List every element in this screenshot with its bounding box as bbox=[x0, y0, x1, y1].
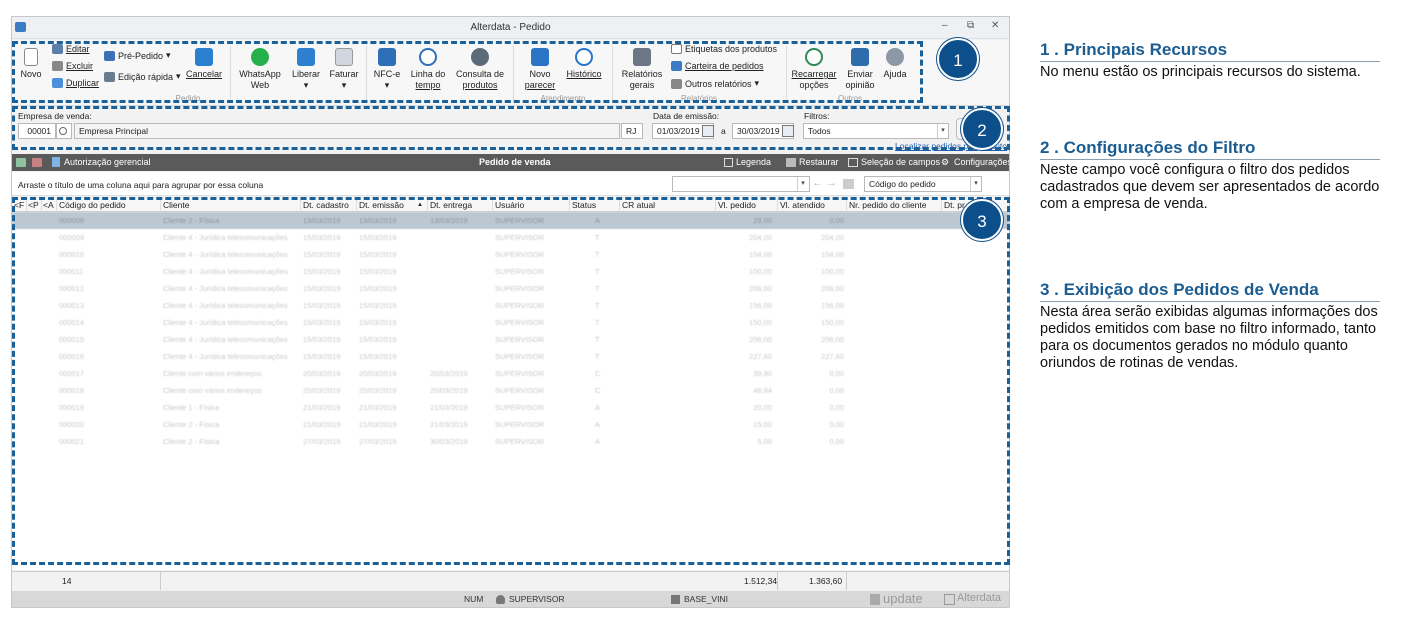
status-base: BASE_VINI bbox=[684, 594, 728, 604]
update-logo: update bbox=[883, 591, 923, 606]
alterdata-logo-icon bbox=[944, 594, 955, 605]
configuracoes-button[interactable]: Configurações bbox=[954, 157, 1009, 167]
clear-icon[interactable] bbox=[843, 179, 854, 189]
alterdata-logo: Alterdata bbox=[957, 592, 1002, 604]
highlight-region-1 bbox=[12, 41, 923, 103]
user-icon bbox=[496, 595, 505, 604]
restore-button[interactable]: ⧉ bbox=[967, 20, 974, 31]
arrow-right-icon[interactable]: → bbox=[826, 177, 837, 189]
chevron-down-icon[interactable]: ▾ bbox=[797, 177, 808, 191]
row-count: 14 bbox=[62, 576, 72, 586]
annotation-3: 3 . Exibição dos Pedidos de Venda Nesta … bbox=[1040, 280, 1380, 372]
quick-search-input[interactable] bbox=[672, 176, 810, 192]
database-icon bbox=[671, 595, 680, 604]
title-bar: Alterdata - Pedido – ⧉ ✕ bbox=[12, 17, 1009, 39]
group-by-bar[interactable]: Arraste o título de uma coluna aqui para… bbox=[12, 172, 1009, 196]
group-by-hint: Arraste o título de uma coluna aqui para… bbox=[18, 180, 264, 190]
arrow-left-icon[interactable]: ← bbox=[812, 177, 823, 189]
export-icon[interactable] bbox=[16, 158, 26, 167]
close-button[interactable]: ✕ bbox=[991, 20, 999, 31]
annotation-title: 3 . Exibição dos Pedidos de Venda bbox=[1040, 280, 1380, 302]
lock-icon bbox=[52, 157, 60, 167]
highlight-region-3 bbox=[12, 197, 1010, 565]
selecao-campos-button[interactable]: Seleção de campos bbox=[861, 157, 940, 167]
annotation-text: No menu estão os principais recursos do … bbox=[1040, 64, 1361, 80]
annotation-text: Neste campo você configura o filtro dos … bbox=[1040, 162, 1380, 212]
restaurar-button[interactable]: Restaurar bbox=[799, 157, 839, 167]
highlight-region-2 bbox=[12, 106, 1010, 150]
chevron-down-icon[interactable]: ▾ bbox=[970, 177, 981, 191]
grid-title: Pedido de venda bbox=[479, 157, 551, 167]
total-pedido: 1.512,34 bbox=[744, 576, 778, 586]
window-title: Alterdata - Pedido bbox=[470, 22, 551, 33]
annotation-title: 1 . Principais Recursos bbox=[1040, 40, 1380, 62]
total-atendido: 1.363,60 bbox=[809, 576, 843, 586]
autorizacao-button[interactable]: Autorização gerencial bbox=[64, 157, 151, 167]
search-field-select[interactable]: Código do pedido bbox=[864, 176, 982, 192]
legenda-button[interactable]: Legenda bbox=[736, 157, 771, 167]
status-bar: NUM SUPERVISOR BASE_VINI update Alterdat… bbox=[12, 591, 1009, 607]
legend-icon bbox=[724, 158, 733, 167]
fields-icon bbox=[848, 158, 858, 167]
annotation-2: 2 . Configurações do Filtro Neste campo … bbox=[1040, 138, 1380, 213]
grid-footer: 14 1.512,34 1.363,60 bbox=[12, 571, 1009, 590]
num-lock-indicator: NUM bbox=[464, 594, 484, 604]
print-icon[interactable] bbox=[32, 158, 42, 167]
annotation-1: 1 . Principais Recursos No menu estão os… bbox=[1040, 40, 1380, 81]
grid-toolbar: Autorização gerencial Pedido de venda Le… bbox=[12, 154, 1009, 171]
callout-badge-2: 2 bbox=[961, 108, 1003, 150]
gear-icon: ⚙ bbox=[941, 157, 950, 167]
update-icon bbox=[870, 594, 880, 605]
callout-badge-1: 1 bbox=[937, 38, 979, 80]
status-user: SUPERVISOR bbox=[509, 594, 565, 604]
minimize-button[interactable]: – bbox=[942, 20, 948, 31]
restore-icon bbox=[786, 158, 796, 167]
callout-badge-3: 3 bbox=[961, 199, 1003, 241]
annotation-title: 2 . Configurações do Filtro bbox=[1040, 138, 1380, 160]
annotation-text: Nesta área serão exibidas algumas inform… bbox=[1040, 304, 1378, 371]
